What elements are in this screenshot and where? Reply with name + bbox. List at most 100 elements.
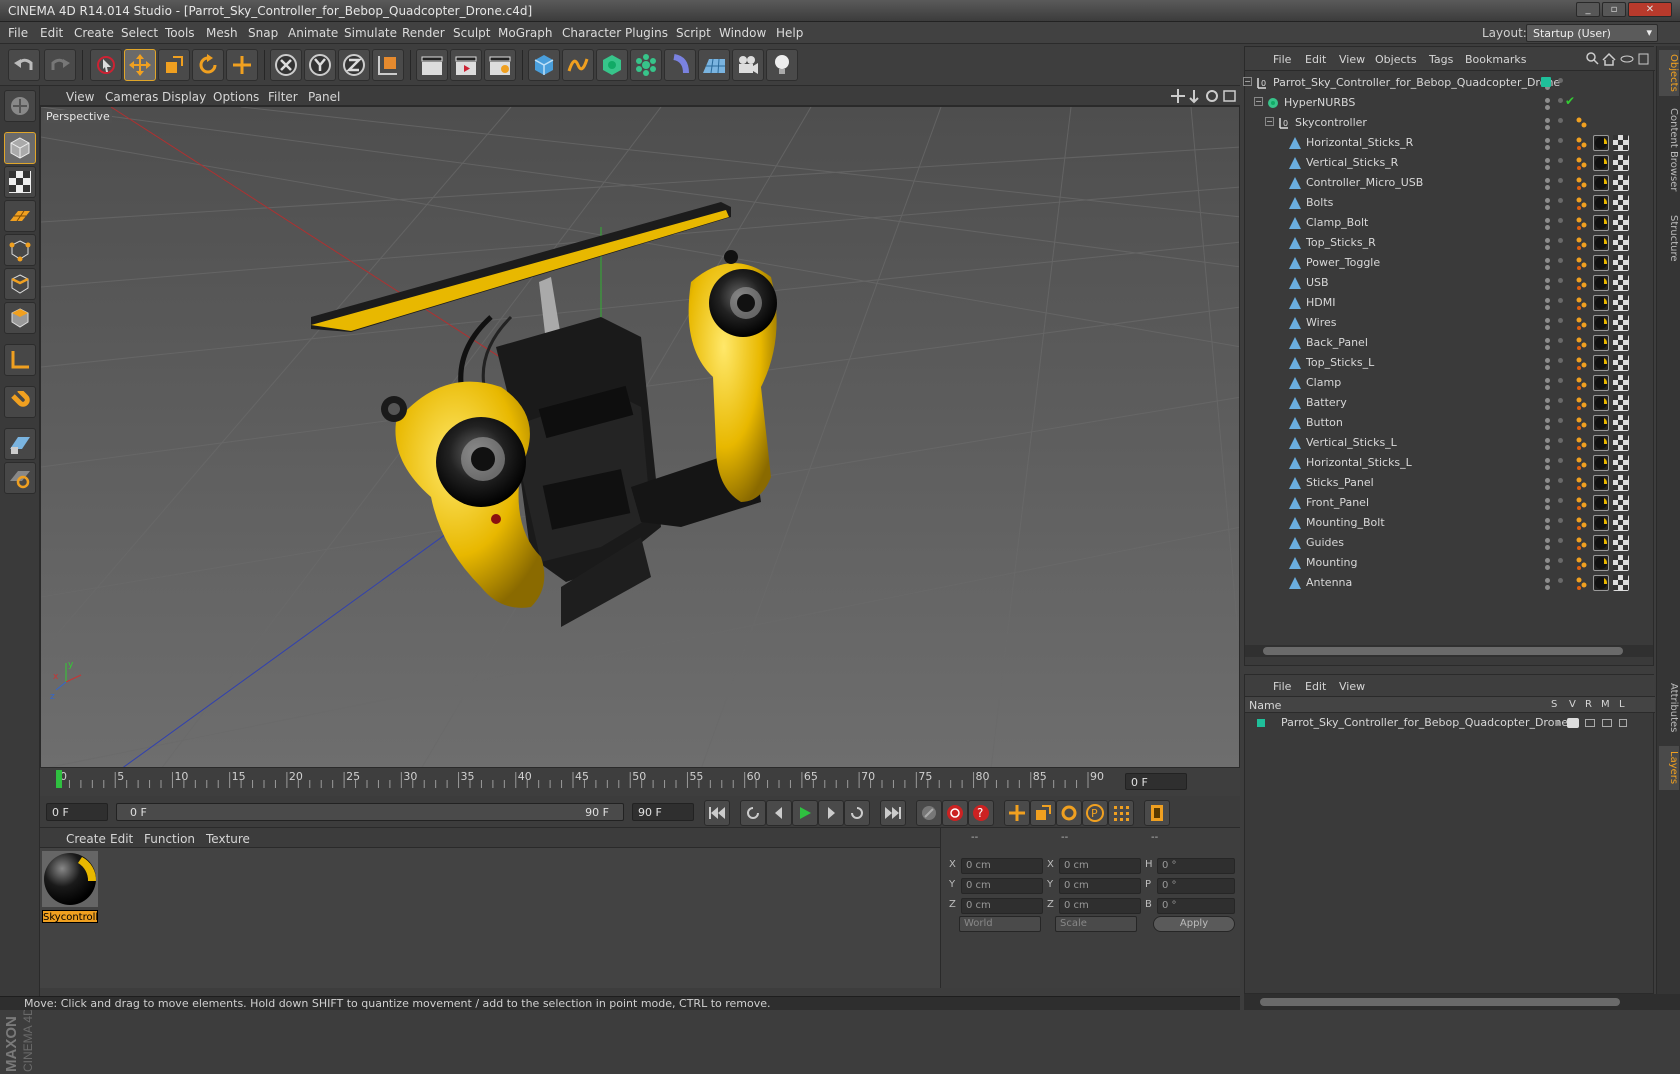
- uvw-tag-icon[interactable]: [1613, 155, 1629, 171]
- material-tag-icon[interactable]: [1593, 555, 1609, 571]
- tab-structure[interactable]: Structure: [1659, 206, 1679, 270]
- menu-render[interactable]: Render: [402, 26, 445, 40]
- workplane-lock-button[interactable]: [4, 428, 36, 460]
- object-item-row[interactable]: Vertical_Sticks_R: [1245, 153, 1655, 173]
- uvw-tag-icon[interactable]: [1613, 295, 1629, 311]
- viewport-menu-cameras[interactable]: Cameras: [105, 90, 158, 104]
- add-floor-button[interactable]: [698, 49, 730, 81]
- object-item-row[interactable]: Front_Panel: [1245, 493, 1655, 513]
- editor-visibility-dot[interactable]: [1545, 498, 1550, 503]
- uvw-tag-icon[interactable]: [1613, 415, 1629, 431]
- coord-rot-h-field[interactable]: 0 °: [1157, 858, 1235, 874]
- material-tag-icon[interactable]: [1593, 415, 1609, 431]
- uvw-tag-icon[interactable]: [1613, 575, 1629, 591]
- phong-tag-icon[interactable]: [1575, 555, 1591, 571]
- editor-visibility-dot[interactable]: [1545, 138, 1550, 143]
- phong-tag-icon[interactable]: [1575, 495, 1591, 511]
- render-visibility-dot[interactable]: [1545, 345, 1550, 350]
- layer-dot[interactable]: [1558, 98, 1563, 103]
- render-visibility-dot[interactable]: [1545, 125, 1550, 130]
- material-tag-icon[interactable]: [1593, 255, 1609, 271]
- uvw-tag-icon[interactable]: [1613, 215, 1629, 231]
- model-mode-button[interactable]: [4, 132, 36, 164]
- layer-dot[interactable]: [1558, 138, 1563, 143]
- coordinate-system-button[interactable]: [372, 49, 404, 81]
- redo-button[interactable]: [44, 49, 76, 81]
- render-visibility-dot[interactable]: [1545, 385, 1550, 390]
- menu-script[interactable]: Script: [676, 26, 711, 40]
- render-settings-button[interactable]: [484, 49, 516, 81]
- timeline-ruler[interactable]: 0 5 10 15 20 25 30 35 40 45 50 55 60 65 70 75 80 85 90: [40, 768, 1240, 796]
- viewport-menu-display[interactable]: Display: [162, 90, 206, 104]
- tab-content-browser[interactable]: Content Browser: [1659, 100, 1679, 200]
- layer-dot[interactable]: [1558, 78, 1563, 83]
- render-visibility-dot[interactable]: [1545, 265, 1550, 270]
- render-visibility-dot[interactable]: [1545, 545, 1550, 550]
- menu-plugins[interactable]: Plugins: [625, 26, 668, 40]
- edges-mode-button[interactable]: [4, 268, 36, 300]
- viewport-menu-filter[interactable]: Filter: [268, 90, 298, 104]
- render-visibility-dot[interactable]: [1545, 465, 1550, 470]
- uvw-tag-icon[interactable]: [1613, 395, 1629, 411]
- layer-color-tag[interactable]: [1541, 77, 1551, 87]
- coord-pos-y-field[interactable]: 0 cm: [961, 878, 1043, 894]
- add-array-button[interactable]: [630, 49, 662, 81]
- keyframe-selection-button[interactable]: ?: [968, 800, 994, 826]
- layer-dot[interactable]: [1558, 538, 1563, 543]
- autokey-button[interactable]: [942, 800, 968, 826]
- phong-tag-icon[interactable]: [1575, 535, 1591, 551]
- layer-menu-edit[interactable]: Edit: [1305, 680, 1326, 693]
- phong-tag-icon[interactable]: [1575, 515, 1591, 531]
- points-mode-button[interactable]: [4, 234, 36, 266]
- x-axis-lock-button[interactable]: [270, 49, 302, 81]
- render-visibility-dot[interactable]: [1545, 245, 1550, 250]
- phong-tag-icon[interactable]: [1575, 235, 1591, 251]
- material-item[interactable]: Skycontroll: [42, 851, 98, 923]
- layer-dot[interactable]: [1558, 298, 1563, 303]
- manager-icon[interactable]: [1602, 719, 1612, 727]
- obj-menu-file[interactable]: File: [1273, 53, 1291, 66]
- coord-size-y-field[interactable]: 0 cm: [1059, 878, 1141, 894]
- end-frame-field[interactable]: 90 F: [632, 803, 694, 821]
- object-hypernurbs-row[interactable]: − HyperNURBS ✔: [1245, 93, 1655, 113]
- layer-dot[interactable]: [1558, 278, 1563, 283]
- object-item-row[interactable]: Antenna: [1245, 573, 1655, 593]
- material-tag-icon[interactable]: [1593, 515, 1609, 531]
- editor-visibility-dot[interactable]: [1545, 218, 1550, 223]
- add-nurbs-button[interactable]: [596, 49, 628, 81]
- layer-dot[interactable]: [1558, 378, 1563, 383]
- coord-pos-x-field[interactable]: 0 cm: [961, 858, 1043, 874]
- object-item-row[interactable]: Horizontal_Sticks_L: [1245, 453, 1655, 473]
- layer-dot[interactable]: [1558, 218, 1563, 223]
- phong-tag-icon[interactable]: [1575, 395, 1591, 411]
- material-tag-icon[interactable]: [1593, 215, 1609, 231]
- menu-tools[interactable]: Tools: [165, 26, 195, 40]
- right-hscroll[interactable]: [1244, 994, 1680, 1010]
- viewport-nav-icons[interactable]: [1170, 88, 1238, 104]
- layer-dot[interactable]: [1558, 458, 1563, 463]
- key-rotation-button[interactable]: [1056, 800, 1082, 826]
- menu-edit[interactable]: Edit: [40, 26, 63, 40]
- render-visibility-dot[interactable]: [1545, 425, 1550, 430]
- phong-tag-icon[interactable]: [1575, 435, 1591, 451]
- lock-icon[interactable]: [1619, 719, 1627, 727]
- render-visibility-dot[interactable]: [1545, 365, 1550, 370]
- object-item-row[interactable]: Guides: [1245, 533, 1655, 553]
- object-item-row[interactable]: Button: [1245, 413, 1655, 433]
- layer-dot[interactable]: [1558, 198, 1563, 203]
- add-spline-button[interactable]: [562, 49, 594, 81]
- material-tag-icon[interactable]: [1593, 435, 1609, 451]
- viewport-menu-options[interactable]: Options: [213, 90, 259, 104]
- obj-menu-edit[interactable]: Edit: [1305, 53, 1326, 66]
- start-frame-field[interactable]: 0 F: [46, 803, 108, 821]
- coord-pos-z-field[interactable]: 0 cm: [961, 898, 1043, 914]
- editor-visibility-dot[interactable]: [1545, 418, 1550, 423]
- playhead[interactable]: [56, 770, 62, 788]
- object-item-row[interactable]: Mounting_Bolt: [1245, 513, 1655, 533]
- material-menu-function[interactable]: Function: [144, 832, 195, 846]
- object-item-row[interactable]: Horizontal_Sticks_R: [1245, 133, 1655, 153]
- tab-layers[interactable]: Layers: [1659, 746, 1679, 790]
- menu-animate[interactable]: Animate: [288, 26, 338, 40]
- layer-dot[interactable]: [1558, 118, 1563, 123]
- material-tag-icon[interactable]: [1593, 475, 1609, 491]
